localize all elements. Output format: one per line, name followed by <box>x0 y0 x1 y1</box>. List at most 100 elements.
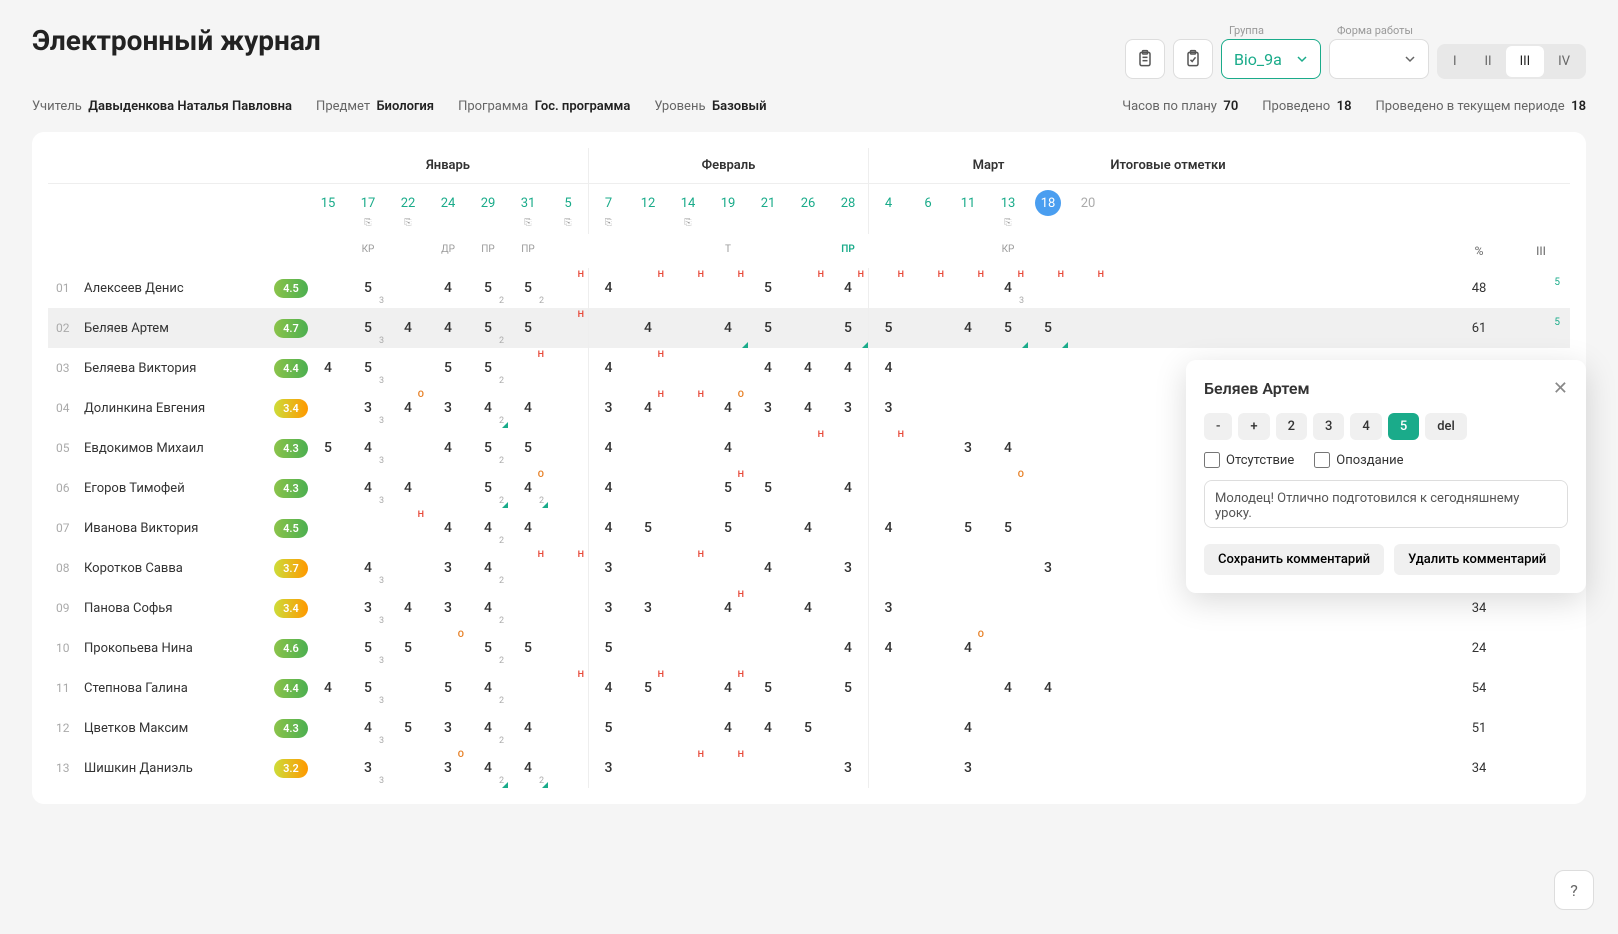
grade-cell[interactable]: 43 <box>348 428 388 468</box>
grade-cell[interactable]: 4 <box>828 348 868 388</box>
grade-cell[interactable]: 53 <box>348 348 388 388</box>
student-name[interactable]: Панова Софья <box>84 601 264 616</box>
date-header[interactable]: 18 <box>1035 190 1061 216</box>
grade-cell[interactable]: 5 <box>508 308 548 348</box>
grade-cell[interactable] <box>1068 588 1108 628</box>
student-name[interactable]: Прокопьева Нина <box>84 641 264 656</box>
grade-cell[interactable] <box>868 748 908 788</box>
grade-cell[interactable]: Н <box>708 268 748 308</box>
grade-cell[interactable] <box>508 588 548 628</box>
grade-cell[interactable]: 4 <box>948 708 988 748</box>
grade-cell[interactable]: 4 <box>588 428 628 468</box>
grade-cell[interactable] <box>668 588 708 628</box>
grade-cell[interactable] <box>748 748 788 788</box>
grade-cell[interactable] <box>1028 508 1068 548</box>
grade-cell[interactable] <box>948 468 988 508</box>
grade-cell[interactable] <box>708 628 748 668</box>
grade-cell[interactable]: 3 <box>828 388 868 428</box>
grade-btn-3[interactable]: 3 <box>1313 413 1344 440</box>
grade-cell[interactable] <box>628 548 668 588</box>
grade-cell[interactable]: 5 <box>988 508 1028 548</box>
grade-cell[interactable]: 4 <box>708 428 748 468</box>
grade-cell[interactable] <box>628 748 668 788</box>
grade-cell[interactable] <box>388 428 428 468</box>
grade-cell[interactable]: 5Н <box>708 468 748 508</box>
grade-cell[interactable]: 4 <box>868 628 908 668</box>
grade-cell[interactable] <box>668 668 708 708</box>
grade-cell[interactable]: 5 <box>828 668 868 708</box>
grade-cell[interactable]: 4 <box>708 708 748 748</box>
grade-cell[interactable]: 3 <box>428 548 468 588</box>
grade-cell[interactable]: Н <box>708 748 748 788</box>
grade-cell[interactable] <box>988 348 1028 388</box>
grade-cell[interactable]: Н <box>1028 268 1068 308</box>
grade-cell[interactable] <box>1068 628 1108 668</box>
grade-cell[interactable]: Н <box>628 268 668 308</box>
grade-cell[interactable]: Н <box>508 348 548 388</box>
grade-cell[interactable] <box>1068 668 1108 708</box>
student-name[interactable]: Евдокимов Михаил <box>84 441 264 456</box>
grade-cell[interactable] <box>1068 548 1108 588</box>
date-header[interactable]: 24 <box>435 190 461 216</box>
grade-cell[interactable]: 5 <box>508 628 548 668</box>
grade-cell[interactable]: 4 <box>788 588 828 628</box>
grade-cell[interactable] <box>1028 468 1068 508</box>
grade-cell[interactable] <box>308 308 348 348</box>
grade-cell[interactable] <box>308 628 348 668</box>
grade-cell[interactable]: 4 <box>588 508 628 548</box>
grade-cell[interactable]: 5 <box>828 308 868 348</box>
grade-cell[interactable]: 52 <box>468 468 508 508</box>
grade-cell[interactable] <box>668 508 708 548</box>
grade-cell[interactable]: 3 <box>828 548 868 588</box>
grade-cell[interactable]: 4 <box>1028 668 1068 708</box>
grade-cell[interactable]: 42 <box>468 548 508 588</box>
grade-cell[interactable]: 4Н <box>708 588 748 628</box>
grade-cell[interactable]: 3О <box>428 748 468 788</box>
grade-cell[interactable] <box>668 468 708 508</box>
date-header[interactable]: 14 <box>675 190 701 216</box>
grade-cell[interactable]: 4 <box>708 308 748 348</box>
grade-cell[interactable] <box>428 468 468 508</box>
grade-cell[interactable]: 3 <box>588 588 628 628</box>
late-checkbox[interactable]: Опоздание <box>1314 452 1403 468</box>
grade-cell[interactable]: 5 <box>388 708 428 748</box>
grade-cell[interactable] <box>908 348 948 388</box>
grade-cell[interactable] <box>868 708 908 748</box>
grade-cell[interactable] <box>388 268 428 308</box>
comment-input[interactable] <box>1204 480 1568 528</box>
grade-cell[interactable]: 4 <box>788 388 828 428</box>
grade-cell[interactable]: Н <box>548 308 588 348</box>
grade-cell[interactable]: 33 <box>348 588 388 628</box>
grade-cell[interactable]: 42 <box>468 668 508 708</box>
grade-cell[interactable]: 5 <box>388 628 428 668</box>
grade-cell[interactable]: 5 <box>868 308 908 348</box>
grade-cell[interactable]: Н <box>548 268 588 308</box>
grade-cell[interactable]: Н <box>668 268 708 308</box>
quarter-tab-I[interactable]: I <box>1439 46 1471 77</box>
grade-cell[interactable] <box>1028 748 1068 788</box>
grade-cell[interactable]: 43 <box>348 548 388 588</box>
grade-cell[interactable] <box>708 348 748 388</box>
date-header[interactable]: 6 <box>915 190 941 216</box>
grade-cell[interactable] <box>988 588 1028 628</box>
grade-cell[interactable] <box>308 268 348 308</box>
grade-cell[interactable] <box>828 708 868 748</box>
grade-cell[interactable]: 3 <box>628 588 668 628</box>
grade-cell[interactable]: Н <box>788 268 828 308</box>
grade-cell[interactable] <box>788 628 828 668</box>
student-name[interactable]: Беляев Артем <box>84 321 264 336</box>
student-name[interactable]: Иванова Виктория <box>84 521 264 536</box>
grade-cell[interactable] <box>1028 628 1068 668</box>
grade-cell[interactable]: 5 <box>748 308 788 348</box>
grade-cell[interactable]: 4 <box>788 508 828 548</box>
grade-cell[interactable] <box>908 388 948 428</box>
grade-cell[interactable] <box>908 748 948 788</box>
grade-cell[interactable] <box>548 388 588 428</box>
grade-cell[interactable]: 3 <box>948 428 988 468</box>
grade-cell[interactable]: 5 <box>748 668 788 708</box>
grade-cell[interactable]: 3 <box>428 708 468 748</box>
student-name[interactable]: Степнова Галина <box>84 681 264 696</box>
quarter-tab-IV[interactable]: IV <box>1544 46 1584 77</box>
grade-cell[interactable] <box>948 548 988 588</box>
date-header[interactable]: 7 <box>596 190 622 216</box>
